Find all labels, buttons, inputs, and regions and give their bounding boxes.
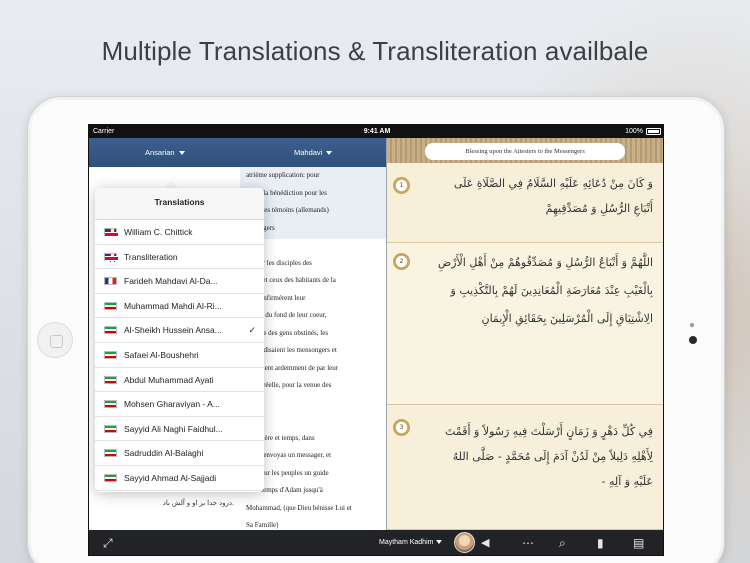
translation-option[interactable]: Transliteration: [95, 245, 264, 270]
chevron-down-icon: [436, 540, 443, 545]
speaker-icon[interactable]: ◀: [481, 536, 489, 550]
translation-option[interactable]: Muhammad Mahdi Al-Ri...: [95, 294, 264, 319]
verse-line: لِأَهْلِهِ دَلِيلاً مِنْ لَدُنْ آدَمَ إِ…: [452, 450, 653, 463]
flag-icon: [104, 252, 118, 262]
translation-option-label: Sayyid Ali Naghi Faidhul...: [124, 423, 223, 434]
supplication-title: Blessing upon the Attesters to the Messe…: [425, 143, 625, 160]
translation-option[interactable]: Al-Sheikh Hussein Ansa... ✓: [95, 318, 264, 343]
translation-option[interactable]: Sadruddin Al-Balaghi: [95, 441, 264, 466]
home-button: [37, 322, 73, 358]
translation-navbar: Ansarian Mahdavi: [89, 138, 386, 167]
translation-option-label: Abdul Muhammad Ayati: [124, 374, 214, 385]
flag-icon: [104, 277, 117, 286]
persian-translation-line: درود خدا بر او و آلش باد.: [162, 500, 234, 507]
translation-option-label: Safaei Al-Boushehri: [124, 349, 199, 360]
verse-line: عَلَيْهِ وَ آلِهِ -: [601, 475, 654, 488]
translation-line: atrième supplication: pour: [246, 171, 320, 179]
translation-option-label: Muhammad Mahdi Al-Ri...: [124, 300, 222, 311]
verse-line: وَ كَانَ مِنْ دُعَائِهِ عَلَيْهِ السَّلَ…: [453, 177, 653, 190]
flag-icon: [104, 350, 117, 359]
reciter-avatar[interactable]: [454, 532, 475, 553]
expand-icon[interactable]: ⤢: [103, 536, 113, 550]
translation-pane: Ansarian Mahdavi atrième supplication: p…: [89, 138, 386, 530]
status-bar: Carrier 9:41 AM 100%: [89, 125, 663, 138]
ipad-sensor: [690, 323, 694, 327]
search-icon[interactable]: ⌕: [559, 536, 566, 550]
verse-number-badge: 2: [393, 253, 410, 270]
translation-option[interactable]: William C. Chittick: [95, 220, 264, 245]
book-icon[interactable]: ▤: [633, 536, 644, 550]
translation-option-label: William C. Chittick: [124, 227, 193, 237]
verse-line: بِالْغَيْبِ عِنْدَ مُعَارَضَةِ الْمُعَان…: [450, 284, 653, 297]
flag-icon: [104, 375, 117, 384]
verse-line: فِي كُلِّ دَهْرٍ وَ زَمَانٍ أَرْسَلْتَ ف…: [445, 425, 653, 438]
verse-block[interactable]: 2 اللَّهُمَّ وَ أَتْبَاعُ الرُّسُلِ وَ مُ…: [387, 243, 663, 405]
popover-title: Translations: [95, 188, 264, 220]
chevron-down-icon: [178, 151, 185, 156]
supplication-header: Blessing upon the Attesters to the Messe…: [387, 138, 663, 163]
flag-icon: [104, 301, 117, 310]
chevron-down-icon: [326, 151, 333, 156]
translations-popover: Translations William C. Chittick Translit…: [95, 188, 264, 492]
headline: Multiple Translations & Transliteration …: [101, 36, 649, 66]
verse-number-badge: 1: [393, 177, 410, 194]
tab-label: Mahdavi: [294, 148, 323, 157]
checkmark-icon: ✓: [248, 325, 256, 336]
app-screen: Carrier 9:41 AM 100% Ansarian Mahdavi at…: [88, 124, 664, 556]
tab-mahdavi[interactable]: Mahdavi: [294, 148, 333, 157]
more-icon[interactable]: ⋯: [522, 536, 534, 550]
battery-percent: 100%: [625, 128, 643, 135]
bookmark-icon[interactable]: ▮: [597, 536, 604, 550]
translation-option[interactable]: Mohsen Gharaviyan - A...: [95, 392, 264, 417]
verse-block[interactable]: 3 فِي كُلِّ دَهْرٍ وَ زَمَانٍ أَرْسَلْتَ …: [387, 405, 663, 530]
arabic-pane: Blessing upon the Attesters to the Messe…: [387, 138, 663, 530]
flag-icon: [104, 400, 117, 409]
verse-line: أَتْبَاعِ الرُّسُلِ وَ مُصَدِّقِيهِمْ: [545, 202, 653, 215]
translations-list: William C. Chittick Transliteration Faride…: [95, 220, 264, 491]
translation-option-label: Mohsen Gharaviyan - A...: [124, 399, 220, 410]
translation-option[interactable]: Safaei Al-Boushehri: [95, 343, 264, 368]
translation-option-label: Sadruddin Al-Balaghi: [124, 448, 204, 459]
flag-icon: [104, 424, 117, 433]
translation-option-label: Transliteration: [124, 251, 178, 262]
verse-block[interactable]: 1 وَ كَانَ مِنْ دُعَائِهِ عَلَيْهِ السَّل…: [387, 163, 663, 243]
translation-option[interactable]: Farideh Mahdavi Al-Da...: [95, 269, 264, 294]
translation-line: Mohammad, (que Dieu bénisse Lui et: [246, 503, 352, 512]
translation-option[interactable]: Abdul Muhammad Ayati: [95, 368, 264, 393]
translation-option-label: Al-Sheikh Hussein Ansa...: [124, 325, 222, 336]
translation-option[interactable]: Sayyid Ali Naghi Faidhul...: [95, 417, 264, 442]
flag-icon: [104, 326, 117, 335]
clock: 9:41 AM: [363, 128, 391, 135]
tab-label: Ansarian: [145, 148, 175, 157]
flag-icon: [104, 449, 117, 458]
translation-option[interactable]: Sayyid Ahmad Al-Sajjadi: [95, 466, 264, 491]
verse-number-badge: 3: [393, 419, 410, 436]
ipad-camera: [689, 336, 697, 344]
tab-ansarian[interactable]: Ansarian: [145, 148, 185, 157]
verse-line: اللَّهُمَّ وَ أَتْبَاعُ الرُّسُلِ وَ مُص…: [437, 256, 653, 269]
translation-option-label: Farideh Mahdavi Al-Da...: [124, 276, 218, 287]
reciter-selector[interactable]: Maytham Kadhim: [379, 539, 443, 546]
bottom-toolbar: ⤢ Maytham Kadhim ◀ ⋯ ⌕ ▮ ▤: [89, 530, 663, 555]
flag-icon: [104, 228, 118, 237]
verse-line: الِاشْتِيَاقِ إِلَى الْمُرْسَلِينَ بِحَق…: [481, 312, 653, 325]
battery-icon: [646, 128, 661, 135]
flag-icon: [104, 473, 117, 482]
reciter-name: Maytham Kadhim: [379, 539, 434, 546]
translation-option-label: Sayyid Ahmad Al-Sajjadi: [124, 472, 217, 483]
